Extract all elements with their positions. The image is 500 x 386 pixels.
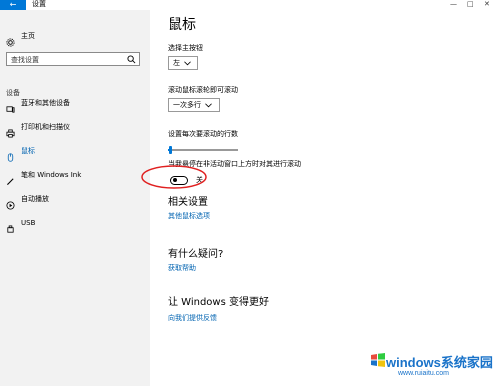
title-bar: ← 设置 — □ ✕ [0,0,500,10]
autoplay-icon [6,195,15,210]
other-mouse-options-link[interactable]: 其他鼠标选项 [168,212,210,221]
slider-track [168,149,238,151]
sidebar-home[interactable]: 主页 [6,30,35,47]
minimize-button[interactable]: — [450,0,457,8]
chevron-down-icon [184,60,191,65]
sidebar-item-label: 自动播放 [21,194,49,203]
watermark-url: www.ruiaitu.com [398,370,449,377]
bluetooth-devices-icon [6,99,15,113]
related-settings-heading: 相关设置 [168,197,208,208]
search-input[interactable]: 查找设置 [6,52,140,66]
window-title: 设置 [32,0,46,8]
pen-icon [6,171,15,185]
sidebar-item-label: 鼠标 [21,146,35,155]
toggle-state-label: 关 [196,176,203,184]
chevron-down-icon [205,102,212,107]
primary-button-value: 左 [173,59,180,67]
primary-button-dropdown[interactable]: 左 [168,56,198,70]
page-title: 鼠标 [168,17,196,33]
questions-heading: 有什么疑问? [168,249,224,260]
search-icon [127,55,136,64]
lines-to-scroll-slider[interactable] [168,146,238,154]
sidebar-item-autoplay[interactable]: 自动播放 [0,192,150,210]
lines-to-scroll-label: 设置每次要滚动的行数 [168,130,238,138]
watermark: windows系统家园 www.ruiaitu.com [368,348,500,386]
inactive-scroll-label: 当我悬停在非活动窗口上方时对其进行滚动 [168,160,301,168]
sidebar-item-usb[interactable]: USB [0,216,150,233]
give-feedback-link[interactable]: 向我们提供反馈 [168,314,217,323]
sidebar-item-mouse[interactable]: 鼠标 [0,144,150,162]
watermark-text: windows系统家园 [386,355,493,370]
sidebar-item-label: 打印机和扫描仪 [21,122,70,131]
sidebar-item-label: 蓝牙和其他设备 [21,98,70,107]
get-help-link[interactable]: 获取帮助 [168,264,196,273]
sidebar-item-label: USB [21,218,36,227]
sidebar: 主页 查找设置 设备 蓝牙和其他设备 打印机和扫描仪 鼠标 笔和 Windows… [0,10,150,386]
maximize-button[interactable]: □ [467,0,474,8]
usb-icon [6,219,15,233]
printer-icon [6,123,15,138]
mouse-icon [6,147,15,162]
sidebar-item-pen[interactable]: 笔和 Windows Ink [0,168,150,185]
slider-thumb[interactable] [169,146,172,154]
close-button[interactable]: ✕ [484,0,490,8]
scroll-wheel-value: 一次多行 [173,101,201,109]
sidebar-home-label: 主页 [21,31,35,40]
improve-windows-heading: 让 Windows 变得更好 [168,297,269,308]
sidebar-item-printers[interactable]: 打印机和扫描仪 [0,120,150,138]
scroll-wheel-dropdown[interactable]: 一次多行 [168,98,220,112]
sidebar-item-bluetooth[interactable]: 蓝牙和其他设备 [0,96,150,113]
sidebar-item-label: 笔和 Windows Ink [21,170,82,179]
inactive-scroll-toggle-row: 关 [170,175,203,185]
primary-button-label: 选择主按钮 [168,44,203,52]
back-button[interactable]: ← [0,0,26,10]
search-placeholder: 查找设置 [11,56,39,64]
toggle-knob [173,178,177,182]
windows-logo-icon [371,353,385,367]
scroll-wheel-label: 滚动鼠标滚轮即可滚动 [168,86,238,94]
inactive-scroll-toggle[interactable] [170,175,188,185]
gear-icon [6,32,15,47]
